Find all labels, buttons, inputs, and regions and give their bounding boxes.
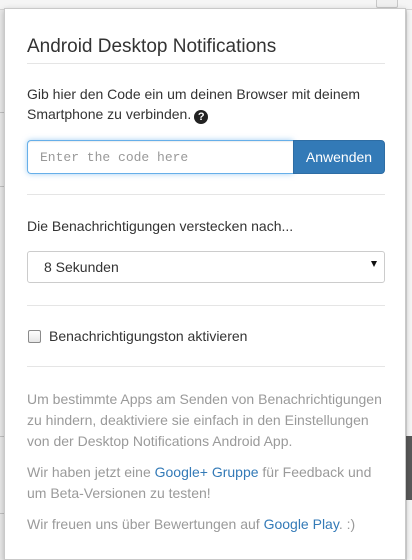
toolbar-button[interactable] xyxy=(376,0,398,8)
hide-after-label: Die Benachrichtigungen verstecken nach..… xyxy=(27,218,294,234)
google-play-link[interactable]: Google Play xyxy=(264,516,339,532)
sound-checkbox[interactable] xyxy=(28,329,41,343)
page-scrollbar-thumb[interactable] xyxy=(406,436,412,500)
hide-after-selected-value: 8 Sekunden xyxy=(44,259,119,275)
caret-down-icon xyxy=(371,261,377,267)
intro-text: Gib hier den Code ein um deinen Browser … xyxy=(27,84,385,124)
google-plus-group-link[interactable]: Google+ Gruppe xyxy=(155,464,259,480)
info-section: Um bestimmte Apps am Senden von Benachri… xyxy=(27,367,385,535)
apps-info-text: Um bestimmte Apps am Senden von Benachri… xyxy=(27,391,382,449)
rating-info-text: Wir freuen uns über Bewertungen auf Goog… xyxy=(27,514,385,535)
group-info-text: Wir haben jetzt eine Google+ Gruppe für … xyxy=(27,462,385,504)
connect-section: Gib hier den Code ein um deinen Browser … xyxy=(27,64,385,174)
extension-popup: Android Desktop Notifications Gib hier d… xyxy=(4,8,406,560)
sound-section: Benachrichtigungston aktivieren xyxy=(27,306,385,366)
code-input[interactable] xyxy=(27,140,293,174)
group-prefix: Wir haben jetzt eine xyxy=(27,464,155,480)
hide-after-section: Die Benachrichtigungen verstecken nach..… xyxy=(27,195,385,283)
popup-title: Android Desktop Notifications xyxy=(27,36,277,57)
rating-suffix: . :) xyxy=(338,516,356,532)
apply-button[interactable]: Anwenden xyxy=(293,140,385,174)
code-input-group: Anwenden xyxy=(27,140,385,174)
rating-prefix: Wir freuen uns über Bewertungen auf xyxy=(27,516,264,532)
sound-checkbox-row[interactable]: Benachrichtigungston aktivieren xyxy=(27,328,385,344)
question-circle-icon[interactable]: ? xyxy=(194,110,209,124)
hide-after-select[interactable]: 8 Sekunden xyxy=(27,251,385,283)
sound-checkbox-label[interactable]: Benachrichtigungston aktivieren xyxy=(49,328,247,344)
